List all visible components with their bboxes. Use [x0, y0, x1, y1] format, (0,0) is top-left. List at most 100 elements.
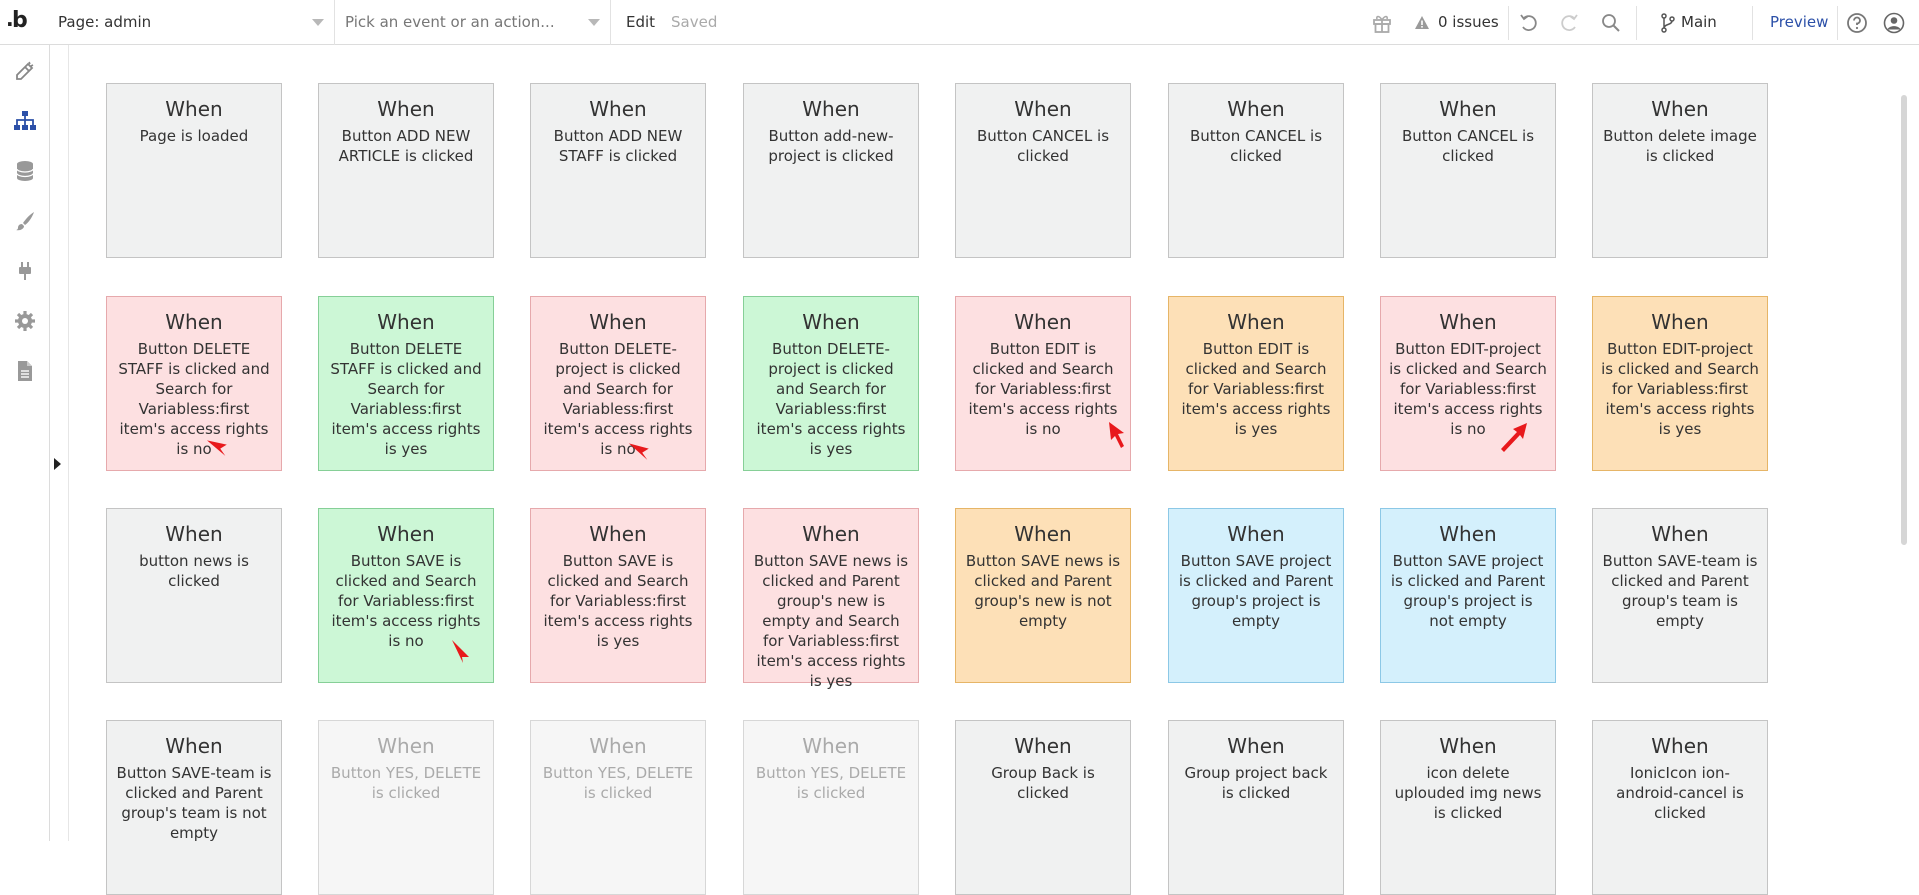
- workflow-event-card[interactable]: When IonicIcon ion-android-cancel is clic…: [1592, 720, 1768, 895]
- workflow-event-card[interactable]: When Button CANCEL is clicked: [955, 83, 1131, 258]
- workflow-icon[interactable]: [13, 109, 37, 133]
- workflow-event-card[interactable]: When Button SAVE news is clicked and Pare…: [743, 508, 919, 690]
- event-when-label: When: [1439, 522, 1497, 546]
- workflow-event-card[interactable]: When Button CANCEL is clicked: [1380, 83, 1556, 258]
- event-action-placeholder: Pick an event or an action...: [345, 13, 555, 31]
- warning-icon[interactable]: [1414, 15, 1430, 31]
- preview-button[interactable]: Preview: [1770, 0, 1828, 45]
- event-when-label: When: [802, 522, 860, 546]
- search-icon[interactable]: [1600, 12, 1622, 34]
- chevron-down-icon: [312, 19, 324, 26]
- event-when-label: When: [165, 734, 223, 758]
- event-when-label: When: [377, 522, 435, 546]
- workflow-event-card[interactable]: When Group project back is clicked: [1168, 720, 1344, 895]
- event-description: Button CANCEL is clicked: [976, 127, 1110, 165]
- annotation-arrow: [1109, 422, 1124, 448]
- event-description: Button EDIT is clicked and Search for Va…: [1181, 340, 1331, 438]
- logs-icon[interactable]: [13, 359, 37, 383]
- workflow-event-card[interactable]: When Button DELETE STAFF is clicked and S…: [318, 296, 494, 471]
- workflow-event-card[interactable]: When icon delete uplouded img news is cli…: [1380, 720, 1556, 895]
- chevron-down-icon: [588, 19, 600, 26]
- workflow-event-card[interactable]: When Page is loaded: [106, 83, 282, 258]
- workflow-event-card[interactable]: When Button EDIT is clicked and Search fo…: [1168, 296, 1344, 471]
- event-description: Button ADD NEW ARTICLE is clicked: [338, 127, 474, 165]
- event-when-label: When: [1651, 310, 1709, 334]
- event-when-label: When: [1651, 522, 1709, 546]
- event-description: Button EDIT is clicked and Search for Va…: [968, 340, 1118, 438]
- event-when-label: When: [165, 310, 223, 334]
- event-description: Button SAVE news is clicked and Parent g…: [753, 552, 909, 690]
- event-action-select[interactable]: Pick an event or an action...: [335, 0, 611, 45]
- account-icon[interactable]: [1883, 12, 1905, 34]
- workflow-event-card[interactable]: When Button EDIT-project is clicked and S…: [1592, 296, 1768, 471]
- settings-icon[interactable]: [13, 309, 37, 333]
- event-description: Button CANCEL is clicked: [1189, 127, 1323, 165]
- workflow-event-card[interactable]: When Button CANCEL is clicked: [1168, 83, 1344, 258]
- workflow-event-card[interactable]: When Button YES, DELETE is clicked: [318, 720, 494, 895]
- design-icon[interactable]: [13, 59, 37, 83]
- annotation-arrow: [1501, 423, 1527, 452]
- workflow-event-card[interactable]: When button news is clicked: [106, 508, 282, 683]
- workflow-canvas[interactable]: When Page is loaded When Button ADD NEW ART…: [68, 45, 1909, 895]
- workflow-event-card[interactable]: When Button SAVE project is clicked and P…: [1168, 508, 1344, 683]
- vertical-scrollbar[interactable]: [1901, 95, 1907, 545]
- event-when-label: When: [1014, 97, 1072, 121]
- event-description: Button SAVE is clicked and Search for Va…: [543, 552, 693, 650]
- workflow-event-card[interactable]: When Group Back is clicked: [955, 720, 1131, 895]
- workflow-event-card[interactable]: When Button SAVE is clicked and Search fo…: [530, 508, 706, 683]
- event-description: Button YES, DELETE is clicked: [755, 764, 907, 802]
- workflow-event-card[interactable]: When Button ADD NEW STAFF is clicked: [530, 83, 706, 258]
- help-icon[interactable]: [1846, 12, 1868, 34]
- workflow-event-card[interactable]: When Button SAVE-team is clicked and Pare…: [1592, 508, 1768, 683]
- event-description: Button delete image is clicked: [1603, 127, 1757, 165]
- event-description: Page is loaded: [139, 127, 249, 145]
- issues-count[interactable]: 0 issues: [1438, 0, 1499, 45]
- event-description: Button DELETE STAFF is clicked and Searc…: [330, 340, 482, 458]
- workflow-event-card[interactable]: When Button ADD NEW ARTICLE is clicked: [318, 83, 494, 258]
- event-when-label: When: [1014, 310, 1072, 334]
- workflow-event-card[interactable]: When Button SAVE-team is clicked and Pare…: [106, 720, 282, 895]
- workflow-event-card[interactable]: When Button SAVE news is clicked and Pare…: [955, 508, 1131, 683]
- event-when-label: When: [1651, 97, 1709, 121]
- event-description: Button DELETE-project is clicked and Sea…: [756, 340, 906, 458]
- event-when-label: When: [165, 522, 223, 546]
- edit-menu[interactable]: Edit: [626, 0, 655, 45]
- event-when-label: When: [1439, 734, 1497, 758]
- event-description: IonicIcon ion-android-cancel is clicked: [1616, 764, 1744, 822]
- event-description: Button DELETE-project is clicked and Sea…: [543, 340, 693, 458]
- workflow-event-card[interactable]: When Button DELETE-project is clicked and…: [530, 296, 706, 471]
- event-when-label: When: [589, 310, 647, 334]
- page-select-label: Page: admin: [58, 13, 152, 31]
- workflow-event-card[interactable]: When Button DELETE STAFF is clicked and S…: [106, 296, 282, 471]
- bubble-logo[interactable]: b.: [6, 7, 40, 36]
- left-nav: [0, 45, 50, 841]
- annotation-arrow: [206, 440, 227, 456]
- workflow-event-card[interactable]: When Button DELETE-project is clicked and…: [743, 296, 919, 471]
- event-description: Group Back is clicked: [991, 764, 1095, 802]
- event-description: Button ADD NEW STAFF is clicked: [553, 127, 683, 165]
- workflow-event-card[interactable]: When Button YES, DELETE is clicked: [743, 720, 919, 895]
- styles-icon[interactable]: [13, 209, 37, 233]
- workflow-event-card[interactable]: When Button delete image is clicked: [1592, 83, 1768, 258]
- event-when-label: When: [377, 310, 435, 334]
- event-when-label: When: [589, 97, 647, 121]
- expand-panel-icon[interactable]: [54, 458, 61, 470]
- event-when-label: When: [165, 97, 223, 121]
- workflow-event-card[interactable]: When Button YES, DELETE is clicked: [530, 720, 706, 895]
- gift-icon[interactable]: [1371, 12, 1393, 34]
- event-description: Button SAVE-team is clicked and Parent g…: [1602, 552, 1758, 630]
- event-when-label: When: [1227, 734, 1285, 758]
- event-description: Button SAVE news is clicked and Parent g…: [965, 552, 1121, 630]
- redo-icon[interactable]: [1558, 12, 1580, 34]
- workflow-event-card[interactable]: When Button SAVE project is clicked and P…: [1380, 508, 1556, 683]
- event-description: button news is clicked: [139, 552, 249, 590]
- annotation-arrow: [628, 443, 649, 460]
- workflow-event-card[interactable]: When Button add-new-project is clicked: [743, 83, 919, 258]
- page-select[interactable]: Page: admin: [48, 0, 335, 45]
- undo-icon[interactable]: [1518, 12, 1540, 34]
- branch-select[interactable]: Main: [1681, 0, 1717, 45]
- data-icon[interactable]: [13, 159, 37, 183]
- plugins-icon[interactable]: [13, 259, 37, 283]
- event-description: Button DELETE STAFF is clicked and Searc…: [118, 340, 270, 458]
- event-description: Button YES, DELETE is clicked: [542, 764, 694, 802]
